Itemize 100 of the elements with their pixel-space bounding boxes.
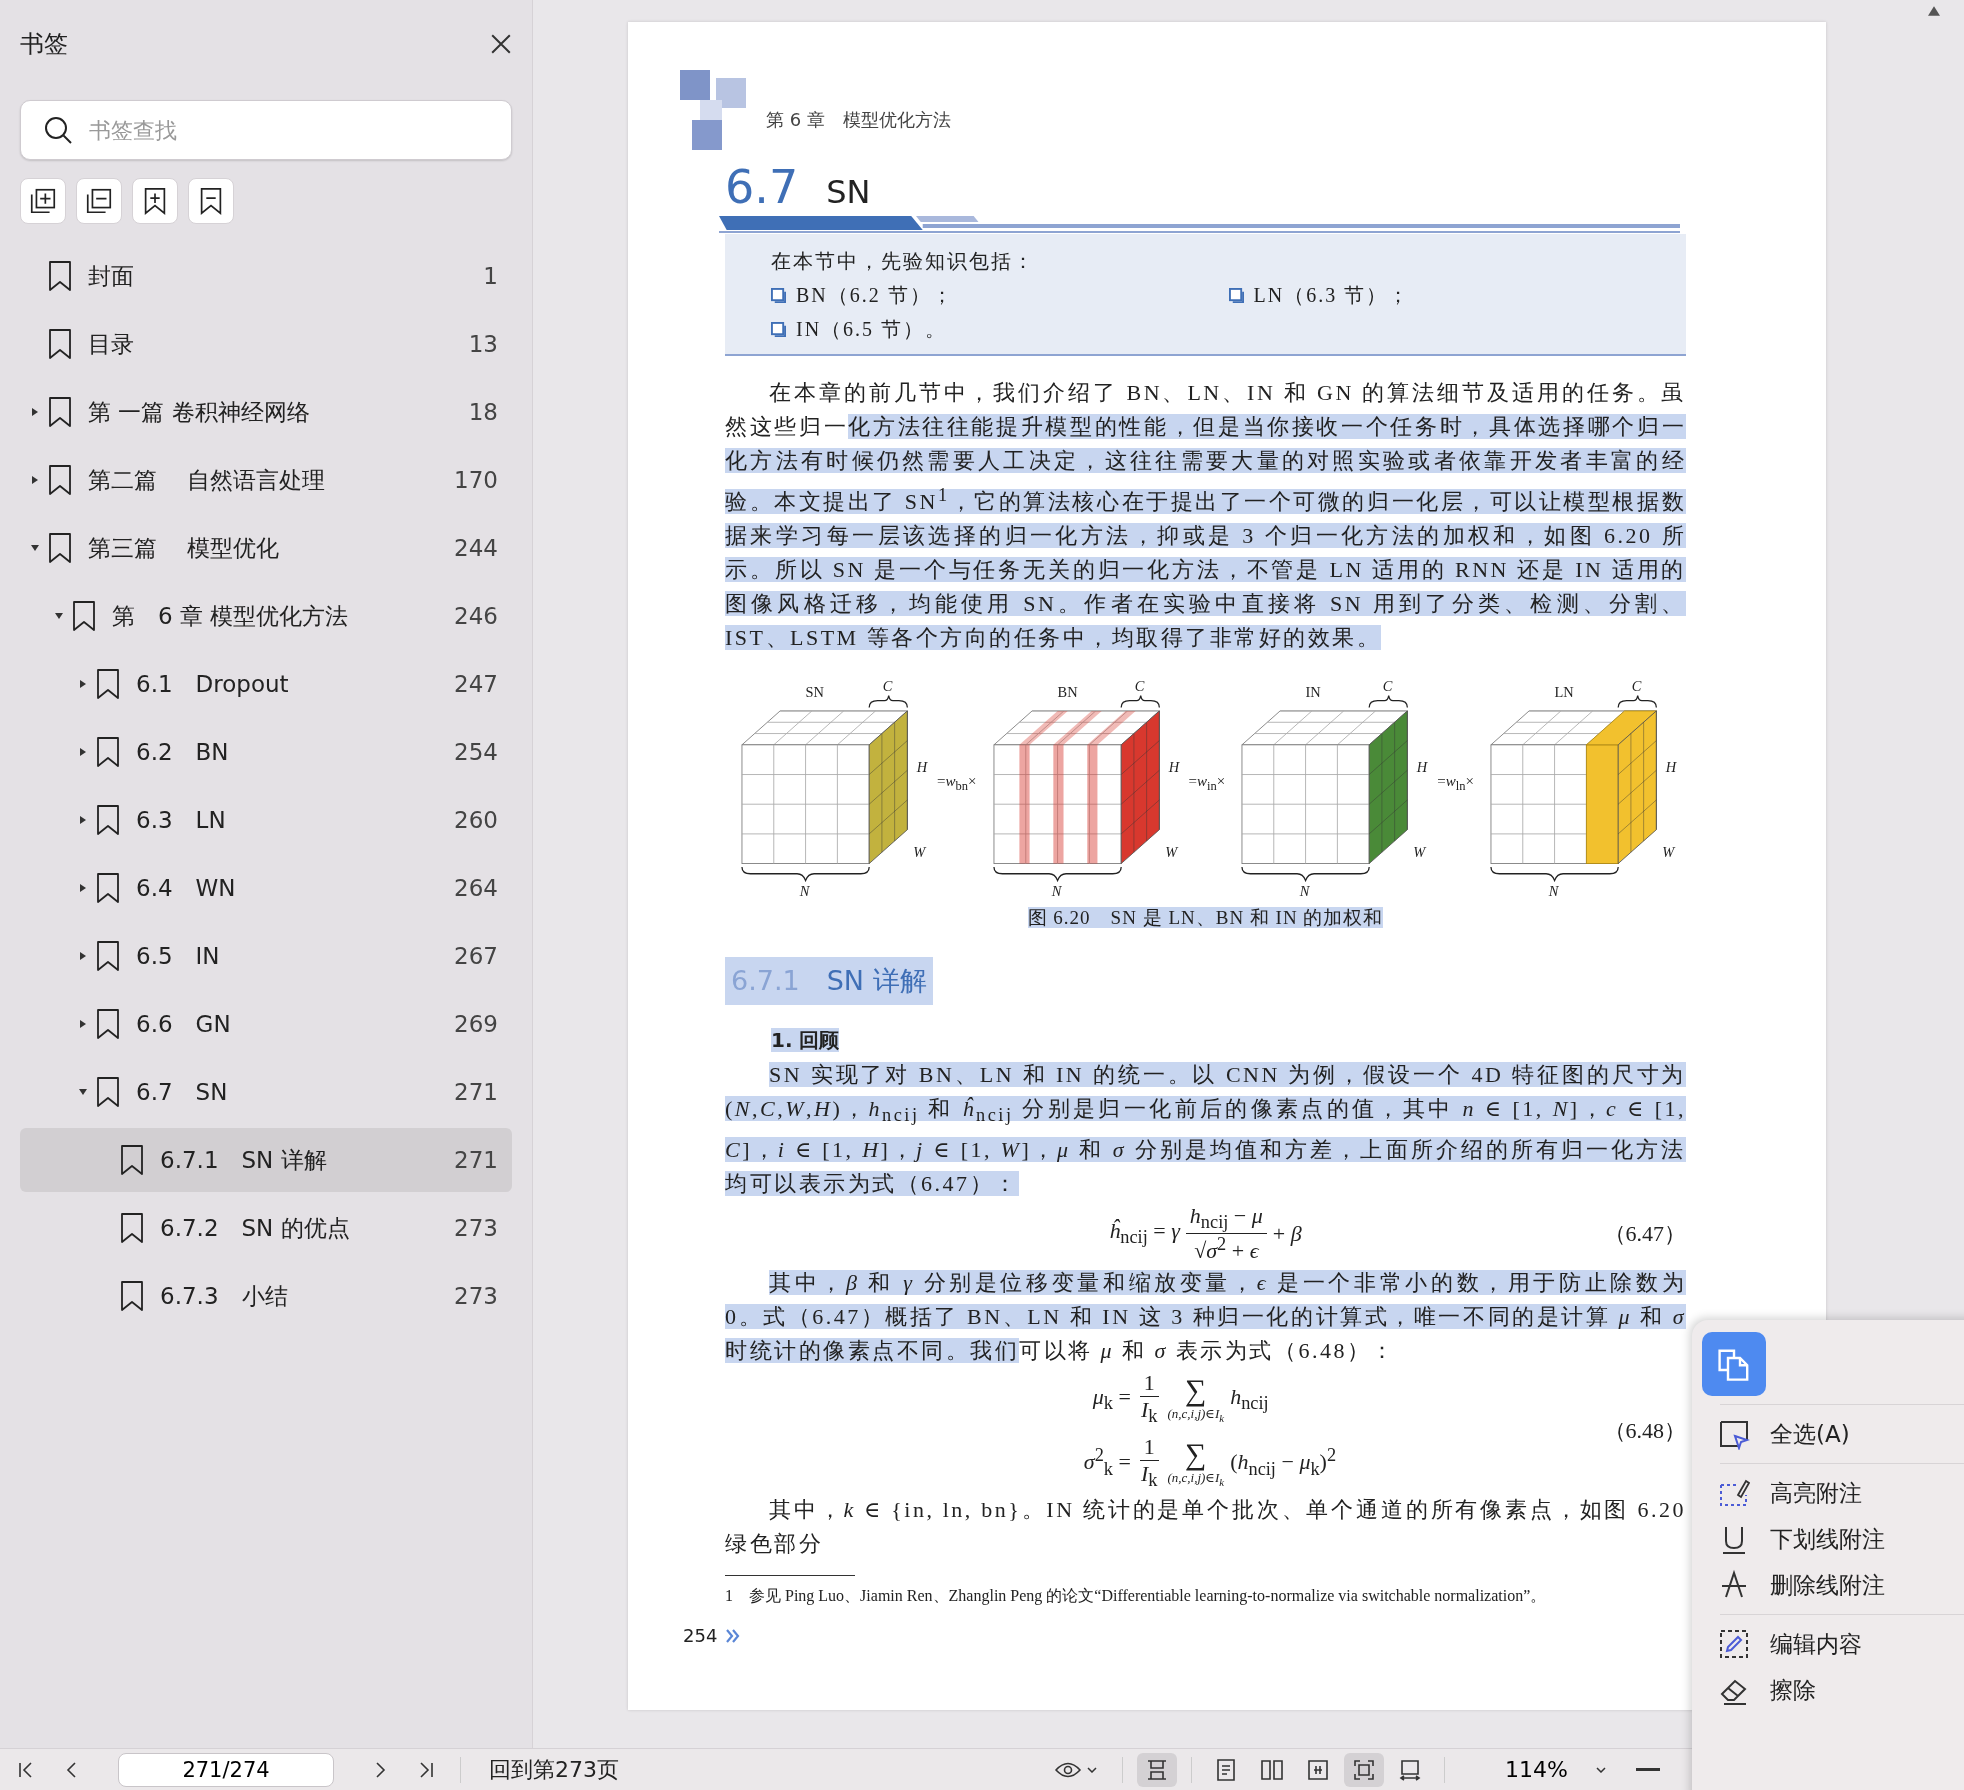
expand-arrow-icon[interactable] (78, 1019, 88, 1029)
eye-icon (1055, 1760, 1082, 1779)
equation-number: （6.48） (1603, 1416, 1686, 1445)
search-field[interactable]: 书签查找 (87, 100, 491, 160)
bookmark-item[interactable]: 第 6 章 模型优化方法 246 (20, 584, 512, 648)
expand-arrow-icon[interactable] (78, 747, 88, 757)
collapse-all-button[interactable] (76, 178, 122, 224)
page-number: 267 (454, 943, 498, 969)
page-number: 254 (683, 1625, 718, 1647)
page-number: 271 (454, 1079, 498, 1105)
menu-item[interactable]: 高亮附注 (1702, 1470, 1862, 1516)
menu-item[interactable]: 编辑内容 (1702, 1621, 1862, 1667)
page-number: 1 (483, 263, 498, 289)
curly-brace (1617, 695, 1657, 709)
bookmark-item[interactable]: 第 一篇 卷积神经网络 18 (20, 380, 512, 444)
bookmark-icon (96, 669, 120, 699)
axis-label: H (916, 759, 928, 776)
scroll-up-icon[interactable] (1928, 6, 1940, 16)
bookmark-item[interactable]: 6.2 BN 254 (20, 720, 512, 784)
page-number: 271 (454, 1147, 498, 1173)
menu-item[interactable]: 全选(A) (1702, 1411, 1850, 1457)
bookmark-icon (96, 1077, 120, 1107)
expand-arrow-icon[interactable] (78, 1087, 88, 1097)
zoom-dropdown[interactable]: 114% (1499, 1756, 1612, 1783)
weight-operator: =w$_{bn}$× (937, 772, 977, 794)
axis-label: H (1416, 759, 1428, 776)
subsection-subheading: 1. 回顾 (771, 1028, 840, 1053)
bookmark-item[interactable]: 6.7 SN 271 (20, 1060, 512, 1124)
bookmark-icon (96, 1009, 120, 1039)
body-paragraph: 其中，β 和 γ 分别是位移变量和缩放变量，ϵ 是一个非常小的数，用于防止除数为 0。式（6.47）概括了 BN、LN 和 IN 这 3 种归一化的计算式，唯一不同的是计算 μ 和 σ 时统计的像素点不同。我们可以将 μ 和 σ 表示为式（6.48）： (725, 1269, 1686, 1366)
expand-arrow-icon[interactable] (30, 475, 40, 485)
page-number-field[interactable]: 271/274 (118, 1752, 334, 1787)
list-item-text: IN（6.5 节）。 (796, 317, 948, 342)
remove-bookmark-button[interactable] (188, 178, 234, 224)
axis-label: W (1413, 844, 1426, 861)
expand-all-button[interactable] (20, 178, 66, 224)
axis-label: C (1383, 677, 1393, 694)
view-mode-icon (1352, 1757, 1377, 1782)
menu-item[interactable]: 擦除 (1702, 1667, 1816, 1713)
bookmark-item[interactable]: 6.7.1 SN 详解 271 (20, 1128, 512, 1192)
add-bookmark-button[interactable] (132, 178, 178, 224)
bookmark-item[interactable]: 6.6 GN 269 (20, 992, 512, 1056)
bookmark-item[interactable]: 6.3 LN 260 (20, 788, 512, 852)
square-bullet-icon (771, 287, 786, 303)
axis-label: C (1631, 677, 1642, 694)
axis-label: C (882, 677, 893, 694)
figure-caption: 图 6.20 SN 是 LN、BN 和 IN 的加权和 (1027, 907, 1384, 929)
curly-brace (868, 695, 908, 709)
axis-label: W (913, 844, 926, 861)
cube-label: SN (805, 684, 824, 701)
expand-arrow-icon[interactable] (78, 883, 88, 893)
equation-number: （6.47） (1603, 1219, 1686, 1248)
body-paragraph: 在本章的前几节中，我们介绍了 BN、LN、IN 和 GN 的算法细节及适用的任务。虽然这些归一化方法往往能提升模型的性能，但是当你接收一个任务时，具体选择哪个归一化方法有时候仍然需要人工决定，这往往需要大量的对照实验或者依靠开发者丰富的经验。本文提出了 SN$^{1}$，它的算法核心在于提出了一个可微的归一化层，可以让模型根据数据来学习每一层该选择的归一化方法，抑或是 3 个归一化方法的加权和，如图 6.20 所示。所以 SN 是一个与任务无关的归一化方法，不管是 LN 适用的 RNN 还是 IN 适用的图像风格迁移，均能使用 SN。作者在实验中直接将 SN 用到了分类、检测、分割、IST、LSTM 等各个方向的任务中，均取得了非常好的效果。 (725, 379, 1686, 653)
page-number: 18 (468, 399, 498, 425)
bookmark-item[interactable]: 第二篇 自然语言处理 170 (20, 448, 512, 512)
bookmark-icon (120, 1145, 144, 1175)
view-mode-button[interactable] (1137, 1752, 1178, 1787)
view-mode-icon (1260, 1757, 1285, 1782)
bookmark-item[interactable]: 目录 13 (20, 312, 512, 376)
cube-label: LN (1554, 684, 1574, 701)
expand-arrow-icon[interactable] (78, 815, 88, 825)
bookmark-item[interactable]: 第三篇 模型优化 244 (20, 516, 512, 580)
list-item-text: LN（6.3 节）； (1253, 283, 1411, 308)
expand-arrow-icon[interactable] (78, 951, 88, 961)
expand-arrow-icon[interactable] (54, 611, 64, 621)
view-mode-icon (1398, 1757, 1423, 1782)
expand-arrow-icon[interactable] (30, 407, 40, 417)
search-box[interactable]: 书签查找 (20, 100, 512, 160)
page-number: 247 (454, 671, 498, 697)
expand-arrow-icon[interactable] (30, 543, 40, 553)
axis-label: W (1164, 844, 1177, 861)
axis-label: C (1134, 677, 1144, 694)
view-mode-button[interactable] (1344, 1752, 1385, 1787)
weight-operator: =w$_{ln}$× (1437, 772, 1474, 794)
bookmark-item[interactable]: 6.1 Dropout 247 (20, 652, 512, 716)
section-number: 6.7 (725, 160, 799, 214)
list-item-text: BN（6.2 节）； (796, 283, 954, 308)
axis-label: W (1662, 844, 1675, 861)
close-icon[interactable] (490, 33, 512, 55)
expand-arrow-icon[interactable] (78, 679, 88, 689)
bookmark-item[interactable]: 6.7.2 SN 的优点 273 (20, 1196, 512, 1260)
bookmark-icon (48, 397, 72, 427)
bookmark-item[interactable]: 6.7.3 小结 273 (20, 1264, 512, 1328)
section-title: SN (826, 173, 871, 211)
page-number: 264 (454, 875, 498, 901)
axis-label: H (1168, 759, 1179, 776)
caret-icon (1596, 1766, 1606, 1773)
footnote: 1 参见 Ping Luo、Jiamin Ren、Zhanglin Peng 的论文“Differentiable learning-to-normalize via switchable normalization”。 (725, 1586, 1548, 1607)
bookmark-item[interactable]: 6.4 WN 264 (20, 856, 512, 920)
bookmark-icon (96, 941, 120, 971)
bookmark-item[interactable]: 封面 1 (20, 244, 512, 308)
page-number: 246 (454, 603, 498, 629)
copy-button[interactable] (1702, 1332, 1766, 1396)
back-link[interactable]: 回到第273页 (489, 1754, 619, 1785)
equation: ĥ$_{ncij}$ = γ h$_{ncij}$ − μ √σ$^{2}$ + ϵ + β (1109, 1202, 1302, 1265)
menu-item[interactable]: 删除线附注 (1702, 1562, 1885, 1608)
body-paragraph: 其中，k ∈ {in, ln, bn}。IN 统计的是单个批次、单个通道的所有像素点，如图 6.20 绿色部分 (725, 1496, 1686, 1559)
menu-item[interactable]: 下划线附注 (1702, 1516, 1885, 1562)
bookmark-icon (96, 737, 120, 767)
bookmark-item[interactable]: 6.5 IN 267 (20, 924, 512, 988)
